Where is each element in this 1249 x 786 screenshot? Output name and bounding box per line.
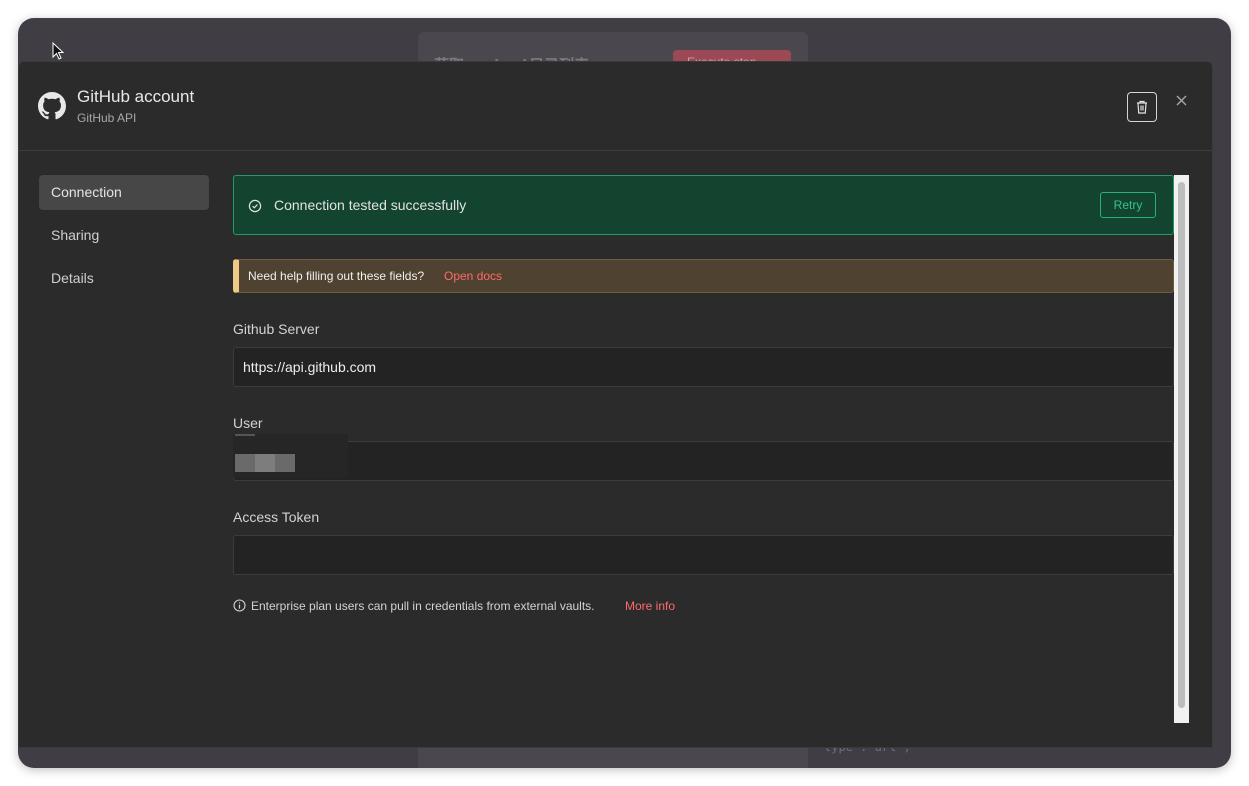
redacted-user-value xyxy=(233,434,348,478)
check-circle-icon xyxy=(248,199,262,213)
credential-modal: GitHub account GitHub API Connection Sha… xyxy=(18,61,1213,748)
app-window: 获取content目录列表 Execute step type : url , … xyxy=(18,18,1231,768)
delete-credential-button[interactable] xyxy=(1127,92,1157,122)
retry-button[interactable]: Retry xyxy=(1100,192,1156,218)
success-message: Connection tested successfully xyxy=(274,197,467,213)
access-token-input[interactable] xyxy=(233,535,1174,575)
github-server-label: Github Server xyxy=(233,321,320,337)
modal-title: GitHub account xyxy=(77,87,195,106)
enterprise-info-text: Enterprise plan users can pull in creden… xyxy=(251,599,595,613)
github-logo-icon xyxy=(38,92,66,120)
open-docs-link[interactable]: Open docs xyxy=(444,269,502,283)
sidebar-item-sharing[interactable]: Sharing xyxy=(39,218,209,253)
more-info-link[interactable]: More info xyxy=(625,599,675,613)
help-text: Need help filling out these fields? xyxy=(248,269,425,283)
user-input[interactable] xyxy=(233,441,1174,481)
github-server-input[interactable]: https://api.github.com xyxy=(233,347,1174,387)
access-token-label: Access Token xyxy=(233,509,320,525)
modal-sidebar: Connection Sharing Details xyxy=(39,175,209,304)
connection-success-banner: Connection tested successfully Retry xyxy=(233,175,1174,235)
user-label: User xyxy=(233,415,263,431)
help-banner: Need help filling out these fields? Open… xyxy=(233,259,1174,293)
modal-subtitle: GitHub API xyxy=(77,111,137,125)
content-scrollbar-thumb[interactable] xyxy=(1178,182,1185,708)
close-icon xyxy=(1176,95,1186,105)
trash-icon xyxy=(1137,100,1147,114)
modal-header: GitHub account GitHub API xyxy=(19,62,1212,151)
connection-content: Connection tested successfully Retry Nee… xyxy=(233,175,1174,725)
info-icon xyxy=(233,599,246,612)
sidebar-item-connection[interactable]: Connection xyxy=(39,175,209,210)
close-modal-button[interactable] xyxy=(1173,92,1189,108)
sidebar-item-details[interactable]: Details xyxy=(39,261,209,296)
mouse-cursor-icon xyxy=(52,42,64,60)
